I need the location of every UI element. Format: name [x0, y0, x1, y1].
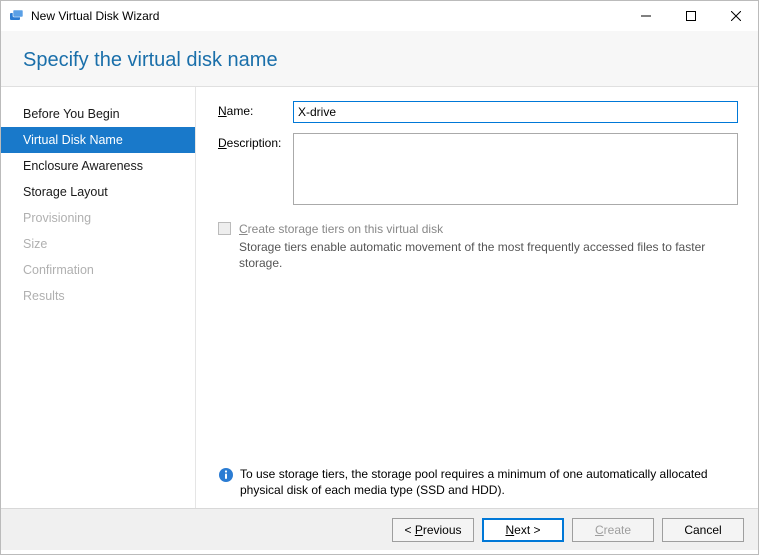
- description-input[interactable]: [293, 133, 738, 205]
- storage-tiers-label: Create storage tiers on this virtual dis…: [239, 221, 738, 272]
- title-bar: New Virtual Disk Wizard: [1, 1, 758, 31]
- info-text: To use storage tiers, the storage pool r…: [240, 466, 738, 498]
- wizard-steps-sidebar: Before You Begin Virtual Disk Name Enclo…: [1, 87, 196, 508]
- step-storage-layout[interactable]: Storage Layout: [1, 179, 195, 205]
- step-confirmation: Confirmation: [1, 257, 195, 283]
- info-message: To use storage tiers, the storage pool r…: [218, 456, 738, 498]
- window-title: New Virtual Disk Wizard: [31, 9, 159, 23]
- storage-tiers-checkbox: [218, 222, 231, 235]
- name-label: Name:: [218, 101, 293, 118]
- wizard-content: Before You Begin Virtual Disk Name Enclo…: [1, 87, 758, 508]
- form-panel: Name: Description: Create storage tiers …: [196, 87, 758, 508]
- storage-tiers-option: Create storage tiers on this virtual dis…: [218, 221, 738, 272]
- next-button[interactable]: Next >: [482, 518, 564, 542]
- previous-button[interactable]: < Previous: [392, 518, 474, 542]
- page-header: Specify the virtual disk name: [1, 31, 758, 87]
- step-virtual-disk-name[interactable]: Virtual Disk Name: [1, 127, 195, 153]
- step-size: Size: [1, 231, 195, 257]
- name-input[interactable]: [293, 101, 738, 123]
- step-before-you-begin[interactable]: Before You Begin: [1, 101, 195, 127]
- minimize-button[interactable]: [623, 1, 668, 31]
- step-provisioning: Provisioning: [1, 205, 195, 231]
- page-title: Specify the virtual disk name: [23, 49, 736, 72]
- close-button[interactable]: [713, 1, 758, 31]
- cancel-button[interactable]: Cancel: [662, 518, 744, 542]
- description-label: Description:: [218, 133, 293, 150]
- step-results: Results: [1, 283, 195, 309]
- app-icon: [9, 8, 25, 24]
- wizard-footer: < Previous Next > Create Cancel: [1, 508, 758, 550]
- maximize-button[interactable]: [668, 1, 713, 31]
- create-button: Create: [572, 518, 654, 542]
- info-icon: [218, 467, 234, 483]
- step-enclosure-awareness[interactable]: Enclosure Awareness: [1, 153, 195, 179]
